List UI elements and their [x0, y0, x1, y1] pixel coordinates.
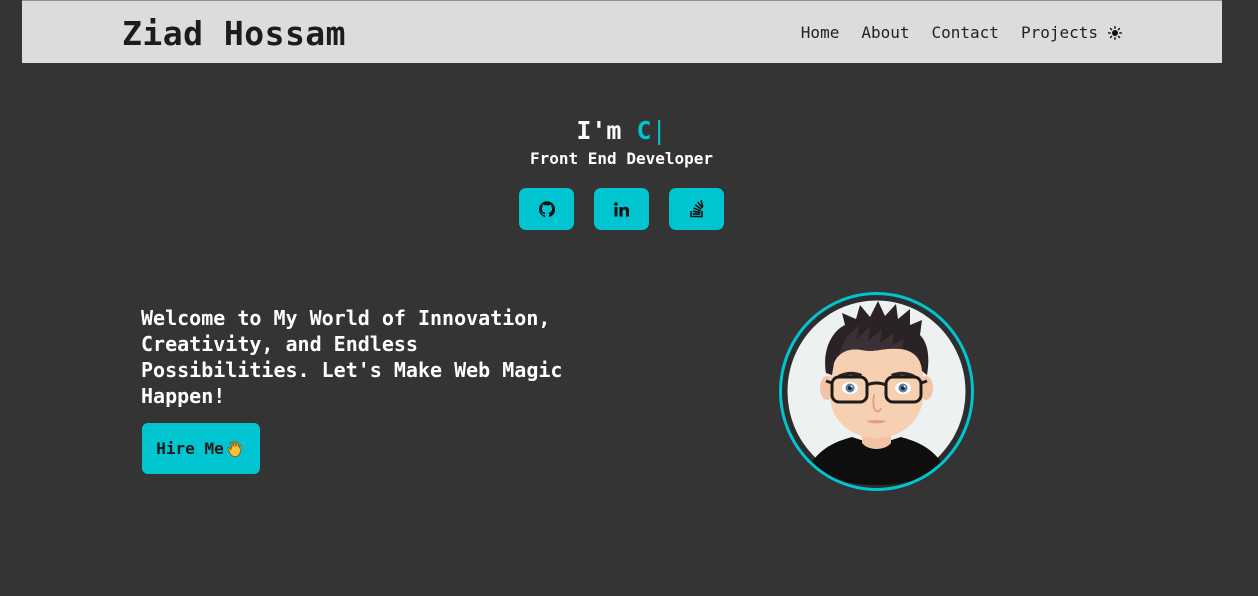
social-links: [519, 188, 724, 230]
hire-me-button[interactable]: Hire Me: [142, 423, 260, 474]
hero-section: I'm C| Front End Developer: [0, 115, 1243, 168]
cartoon-avatar: [787, 300, 966, 485]
waving-hand-icon: [226, 440, 245, 457]
linkedin-icon: [614, 201, 629, 216]
intro-prefix: I'm: [576, 116, 622, 145]
typed-text: C: [636, 116, 652, 145]
stackoverflow-icon: [689, 200, 704, 218]
linkedin-button[interactable]: [594, 188, 649, 230]
welcome-text: Welcome to My World of Innovation, Creat…: [141, 306, 563, 408]
nav-link-about[interactable]: About: [861, 23, 909, 42]
brand-logo[interactable]: Ziad Hossam: [122, 14, 346, 53]
intro-heading: I'm C|: [0, 115, 1243, 147]
avatar: [779, 292, 974, 491]
typing-caret: |: [651, 116, 667, 145]
nav-link-projects[interactable]: Projects: [1021, 23, 1098, 42]
github-button[interactable]: [519, 188, 574, 230]
navbar: Ziad Hossam Home About Contact Projects: [22, 0, 1222, 63]
hire-me-label: Hire Me: [156, 439, 224, 458]
nav-link-home[interactable]: Home: [801, 23, 840, 42]
nav-links: Home About Contact Projects: [801, 23, 1122, 42]
role-title: Front End Developer: [529, 149, 714, 168]
theme-toggle-button[interactable]: [1108, 25, 1122, 40]
page: Ziad Hossam Home About Contact Projects: [0, 0, 1258, 596]
nav-link-contact[interactable]: Contact: [932, 23, 999, 42]
stackoverflow-button[interactable]: [669, 188, 724, 230]
sun-icon: [1108, 25, 1122, 40]
github-icon: [538, 201, 555, 217]
